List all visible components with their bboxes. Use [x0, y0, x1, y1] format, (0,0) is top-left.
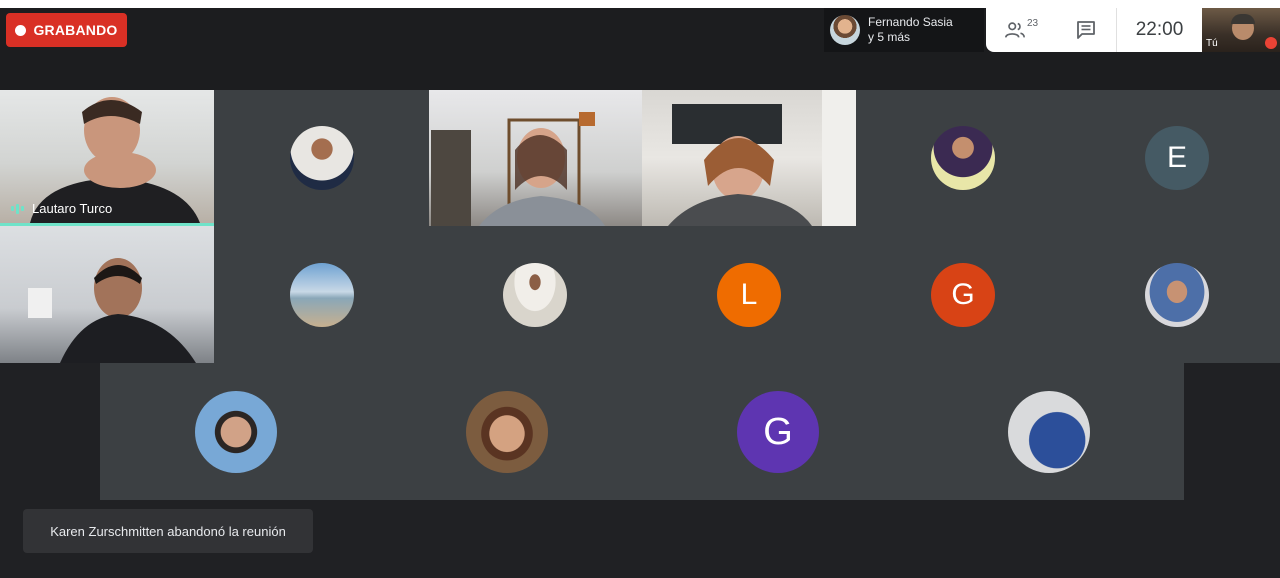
participant-avatar: [1008, 391, 1090, 473]
participant-avatar: [1145, 263, 1209, 327]
participant-tile-13[interactable]: [100, 363, 371, 500]
participant-tile-9[interactable]: [429, 226, 642, 363]
presenter-name: Fernando Sasia: [868, 15, 953, 29]
presenter-more: y 5 más: [868, 30, 911, 44]
participant-tile-l[interactable]: L: [642, 226, 856, 363]
participant-tile-12[interactable]: [1070, 226, 1280, 363]
participant-tile-g[interactable]: G: [856, 226, 1070, 363]
participant-avatar: [503, 263, 567, 327]
self-view-tile[interactable]: Tú: [1202, 8, 1280, 52]
notification-toast: Karen Zurschmitten abandonó la reunión: [23, 509, 313, 553]
recording-indicator: GRABANDO: [6, 13, 127, 47]
participant-initial-avatar: G: [931, 263, 995, 327]
initial-letter: G: [951, 278, 975, 311]
chat-button[interactable]: [1056, 20, 1116, 40]
participant-tile-8[interactable]: [214, 226, 429, 363]
participant-tile-16[interactable]: [913, 363, 1184, 500]
participant-tile-lautaro[interactable]: Lautaro Turco: [0, 90, 214, 223]
people-button[interactable]: 23: [986, 18, 1056, 40]
participant-tile-14[interactable]: [371, 363, 642, 500]
speaking-indicator-icon: [11, 203, 24, 214]
record-dot-icon: [15, 24, 27, 36]
participant-initial-avatar: G: [737, 391, 819, 473]
participant-avatar: [195, 391, 277, 473]
recording-label: GRABANDO: [33, 22, 118, 38]
participant-avatar: [466, 391, 548, 473]
people-icon: [1004, 22, 1025, 38]
meeting-toolbar: 23 22:00: [986, 8, 1202, 52]
chat-icon: [1077, 21, 1095, 39]
participant-initial-avatar: E: [1145, 126, 1209, 190]
initial-letter: E: [1166, 141, 1187, 174]
initial-letter: L: [740, 278, 758, 311]
participant-initial-avatar: L: [717, 263, 781, 327]
participant-video: [28, 258, 196, 363]
self-view-label: Tú: [1206, 38, 1218, 49]
presenter-avatar: [830, 15, 860, 45]
participant-avatar: [290, 126, 354, 190]
participant-tile-video-3[interactable]: [429, 90, 642, 226]
mic-off-icon: [1265, 37, 1277, 49]
meeting-clock: 22:00: [1135, 19, 1184, 40]
presenter-chip[interactable]: Fernando Sasia y 5 más: [824, 8, 984, 52]
participant-tile-e[interactable]: E: [1070, 90, 1280, 226]
top-edge: [0, 0, 1280, 8]
participant-tile-video-7[interactable]: [0, 226, 214, 363]
participant-tile-2[interactable]: [214, 90, 429, 226]
participant-avatar: [931, 126, 995, 190]
people-count: 23: [1026, 18, 1039, 29]
participant-video: [431, 112, 605, 226]
participant-tile-video-4[interactable]: [642, 90, 856, 226]
initial-letter: G: [763, 410, 793, 453]
self-video-cap: [1231, 14, 1255, 24]
participant-video: [668, 90, 856, 226]
participant-avatar: [290, 263, 354, 327]
participant-tile-5[interactable]: [856, 90, 1070, 226]
participant-name: Lautaro Turco: [32, 201, 113, 216]
participant-tile-g2[interactable]: G: [642, 363, 913, 500]
notification-text: Karen Zurschmitten abandonó la reunión: [50, 523, 286, 539]
